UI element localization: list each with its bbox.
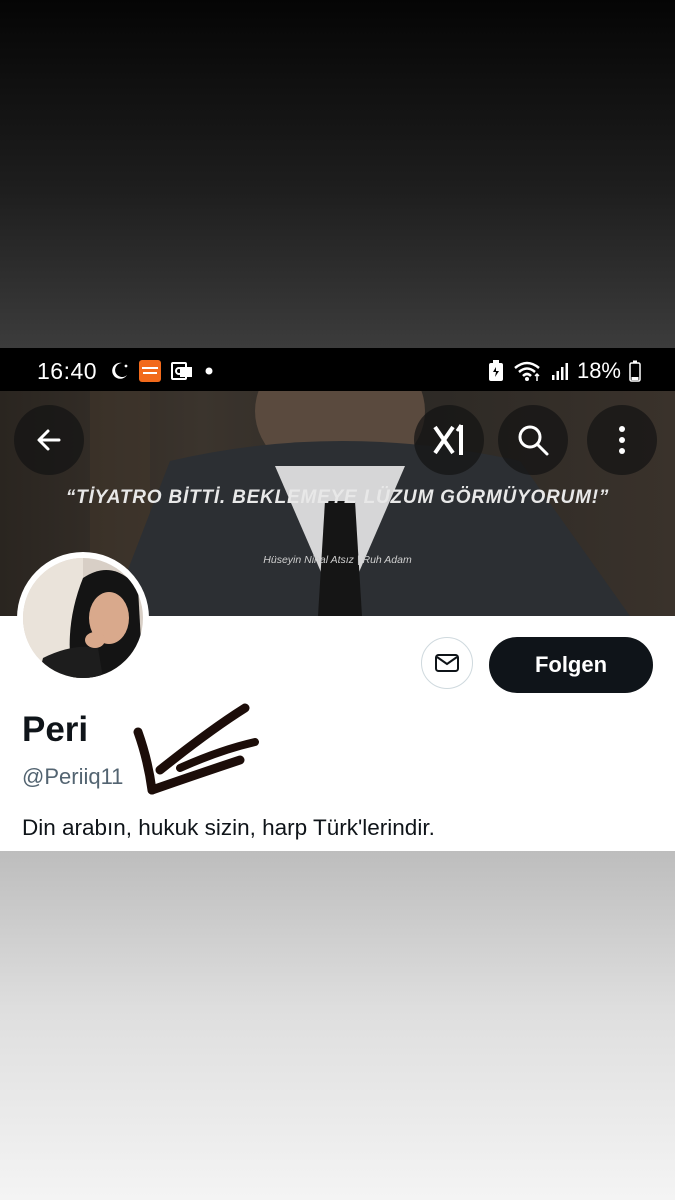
- profile-handle: @Periiq11: [22, 764, 124, 789]
- battery-icon: [629, 360, 641, 382]
- grok-icon: [433, 424, 463, 455]
- message-button[interactable]: [421, 637, 473, 689]
- signal-icon: [551, 363, 568, 380]
- avatar[interactable]: [17, 552, 149, 684]
- top-gradient-backdrop: [0, 0, 675, 348]
- hand-drawn-arrow: [133, 703, 259, 795]
- status-time: 16:40: [37, 358, 98, 384]
- profile-bio: Din arabın, hukuk sizin, harp Türk'lerin…: [22, 815, 435, 840]
- moon-icon: [112, 362, 128, 379]
- avatar-photo: [23, 558, 143, 678]
- status-bar: 16:40 18%: [0, 348, 675, 391]
- dot-icon: [205, 367, 213, 375]
- follow-button[interactable]: Folgen: [489, 637, 653, 693]
- battery-percent: 18%: [576, 358, 621, 383]
- envelope-icon: [435, 654, 459, 672]
- search-icon: [518, 425, 549, 456]
- bottom-gradient-backdrop: [0, 851, 675, 1200]
- search-button[interactable]: [498, 405, 568, 475]
- grok-button[interactable]: [414, 405, 484, 475]
- battery-saver-icon: [488, 360, 503, 381]
- status-right-icons: 18%: [487, 358, 641, 384]
- more-button[interactable]: [587, 405, 657, 475]
- banner-quote: “TİYATRO BİTTİ. BEKLEMEYE LÜZUM GÖRMÜYOR…: [65, 487, 610, 508]
- outlook-icon: [171, 362, 192, 380]
- status-left-icons: [108, 359, 216, 383]
- profile-name: Peri: [22, 710, 89, 749]
- arrow-left-icon: [37, 429, 61, 451]
- more-vertical-icon: [619, 426, 625, 454]
- back-button[interactable]: [14, 405, 84, 475]
- wifi-icon: [514, 361, 540, 381]
- app-notification-icon: [139, 360, 161, 382]
